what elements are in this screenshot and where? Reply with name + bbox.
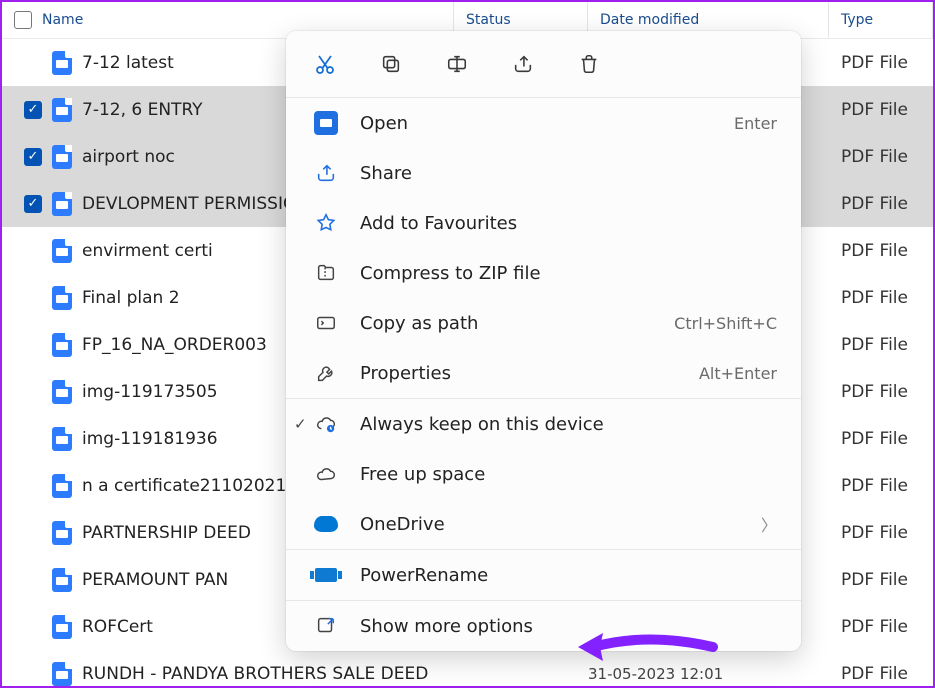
menu-item-add-to-favourites[interactable]: Add to Favourites <box>286 198 801 248</box>
file-icon <box>52 239 72 263</box>
file-type: PDF File <box>829 241 933 261</box>
file-icon <box>52 427 72 451</box>
file-name: img-119181936 <box>82 429 218 449</box>
file-name: FP_16_NA_ORDER003 <box>82 335 267 355</box>
file-date: 31-05-2023 12:01 <box>588 665 829 683</box>
menu-item-label: Share <box>360 163 777 184</box>
header-name-label: Name <box>42 12 83 28</box>
file-type: PDF File <box>829 664 933 684</box>
file-icon <box>52 98 72 122</box>
file-type: PDF File <box>829 194 933 214</box>
menu-item-shortcut: Enter <box>734 114 777 133</box>
chevron-right-icon: 〉 <box>761 512 777 536</box>
menu-item-onedrive[interactable]: OneDrive 〉 <box>286 499 801 549</box>
cut-icon[interactable] <box>312 51 338 77</box>
menu-item-label: Compress to ZIP file <box>360 263 777 284</box>
copy-icon[interactable] <box>378 51 404 77</box>
file-name: ROFCert <box>82 617 153 637</box>
file-name: Final plan 2 <box>82 288 180 308</box>
menu-item-open[interactable]: Open Enter <box>286 98 801 148</box>
menu-item-properties[interactable]: Properties Alt+Enter <box>286 348 801 398</box>
file-name: 7-12, 6 ENTRY <box>82 100 203 120</box>
wrench-icon <box>312 360 340 386</box>
context-menu: Open Enter Share Add to Favourites Compress … <box>286 31 801 651</box>
file-type: PDF File <box>829 53 933 73</box>
file-type: PDF File <box>829 288 933 308</box>
cloud-keep-icon <box>312 411 340 437</box>
file-icon <box>52 474 72 498</box>
file-name: PERAMOUNT PAN <box>82 570 228 590</box>
file-type: PDF File <box>829 147 933 167</box>
header-status-label: Status <box>466 12 511 28</box>
menu-item-free-up-space[interactable]: Free up space <box>286 449 801 499</box>
menu-item-label: Show more options <box>360 616 777 637</box>
file-name: 7-12 latest <box>82 53 174 73</box>
row-checkbox[interactable]: ✓ <box>24 148 42 166</box>
open-icon <box>312 110 340 136</box>
file-type: PDF File <box>829 100 933 120</box>
menu-item-label: Open <box>360 113 714 134</box>
row-checkbox[interactable]: ✓ <box>24 195 42 213</box>
file-type: PDF File <box>829 570 933 590</box>
file-name: DEVLOPMENT PERMISSION <box>82 194 309 214</box>
menu-item-shortcut: Ctrl+Shift+C <box>674 314 777 333</box>
file-type: PDF File <box>829 476 933 496</box>
file-name: PARTNERSHIP DEED <box>82 523 251 543</box>
context-menu-items: Open Enter Share Add to Favourites Compress … <box>286 98 801 651</box>
onedrive-icon <box>312 511 340 537</box>
menu-item-share[interactable]: Share <box>286 148 801 198</box>
select-all-checkbox[interactable] <box>14 11 32 29</box>
file-icon <box>52 333 72 357</box>
menu-item-label: Copy as path <box>360 313 654 334</box>
menu-item-label: Free up space <box>360 464 777 485</box>
header-type-label: Type <box>841 12 873 28</box>
rename-icon[interactable] <box>444 51 470 77</box>
delete-icon[interactable] <box>576 51 602 77</box>
file-row[interactable]: RUNDH - PANDYA BROTHERS SALE DEED 31-05-2… <box>2 650 933 688</box>
menu-item-show-more-options[interactable]: Show more options <box>286 601 801 651</box>
file-name: img-119173505 <box>82 382 218 402</box>
file-icon <box>52 615 72 639</box>
more-icon <box>312 613 340 639</box>
menu-item-compress-to-zip-file[interactable]: Compress to ZIP file <box>286 248 801 298</box>
file-type: PDF File <box>829 382 933 402</box>
file-type: PDF File <box>829 429 933 449</box>
menu-item-label: Always keep on this device <box>360 414 777 435</box>
file-icon <box>52 286 72 310</box>
zip-icon <box>312 260 340 286</box>
file-icon <box>52 192 72 216</box>
file-name: envirment certi <box>82 241 213 261</box>
file-icon <box>52 568 72 592</box>
file-type: PDF File <box>829 617 933 637</box>
menu-item-label: Add to Favourites <box>360 213 777 234</box>
file-icon <box>52 521 72 545</box>
menu-item-shortcut: Alt+Enter <box>699 364 777 383</box>
file-type: PDF File <box>829 335 933 355</box>
menu-item-label: PowerRename <box>360 565 777 586</box>
file-icon <box>52 380 72 404</box>
file-explorer-window: Name Status Date modified Type 7-12 late… <box>0 0 935 688</box>
file-name: airport noc <box>82 147 175 167</box>
star-icon <box>312 210 340 236</box>
file-name: RUNDH - PANDYA BROTHERS SALE DEED <box>82 664 428 684</box>
share-icon[interactable] <box>510 51 536 77</box>
row-checkbox[interactable]: ✓ <box>24 101 42 119</box>
context-menu-quick-actions <box>286 31 801 97</box>
file-icon <box>52 145 72 169</box>
cloud-icon <box>312 461 340 487</box>
menu-item-powerrename[interactable]: PowerRename <box>286 550 801 600</box>
menu-item-label: OneDrive <box>360 514 741 535</box>
file-icon <box>52 662 72 686</box>
file-name: n a certificate21102021 <box>82 476 286 496</box>
file-icon <box>52 51 72 75</box>
powerrename-icon <box>312 562 340 588</box>
header-type[interactable]: Type <box>829 2 933 38</box>
menu-item-label: Properties <box>360 363 679 384</box>
file-type: PDF File <box>829 523 933 543</box>
path-icon <box>312 310 340 336</box>
menu-item-copy-as-path[interactable]: Copy as path Ctrl+Shift+C <box>286 298 801 348</box>
header-date-label: Date modified <box>600 12 699 28</box>
menu-item-always-keep-on-this-device[interactable]: Always keep on this device <box>286 399 801 449</box>
share-icon <box>312 160 340 186</box>
